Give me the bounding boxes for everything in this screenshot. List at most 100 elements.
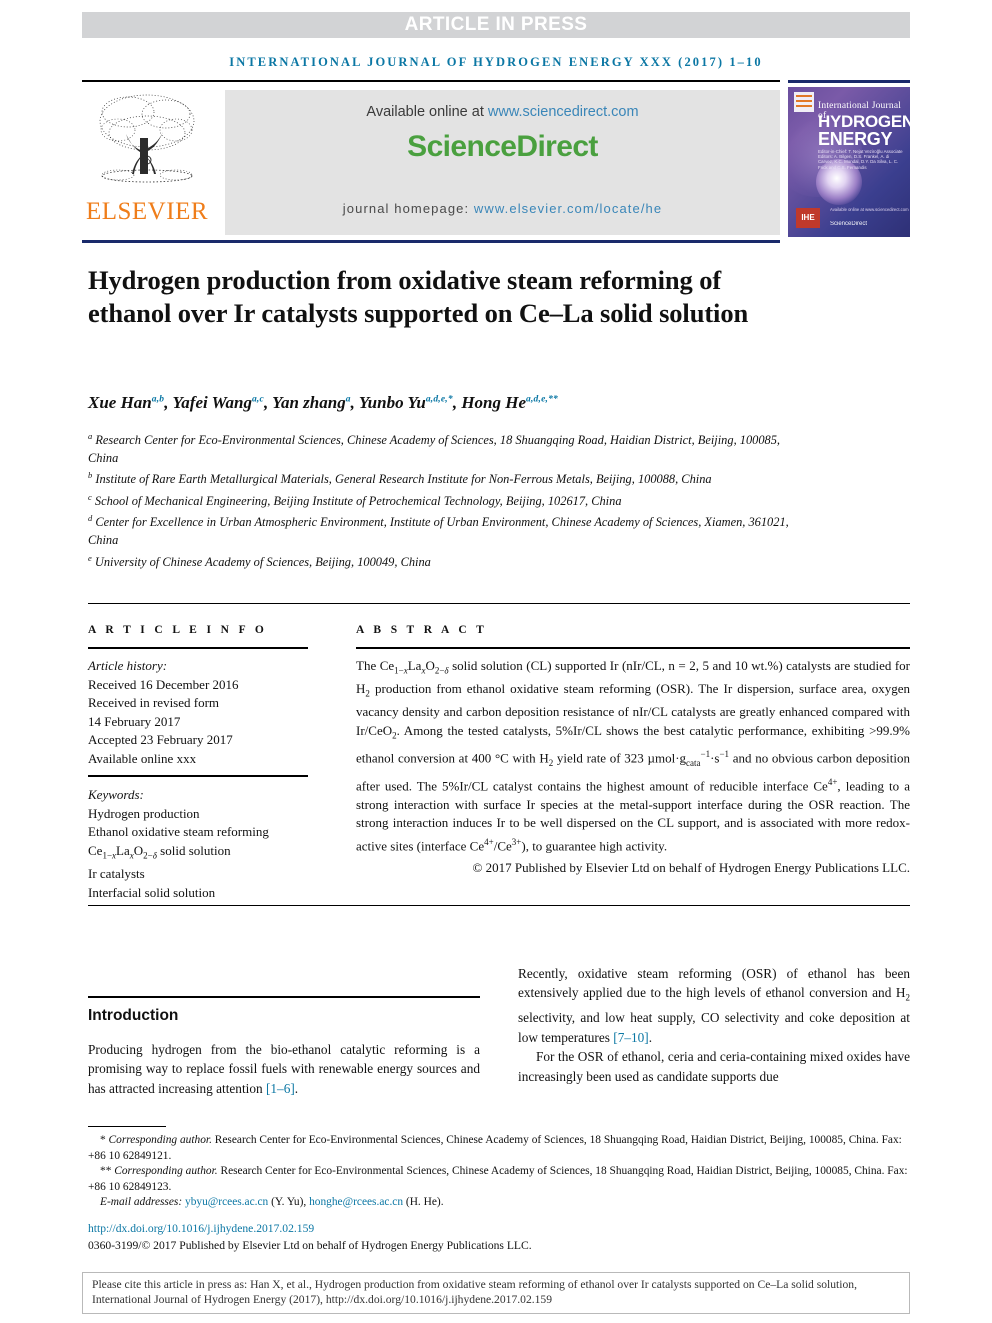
author-name: Xue Han (88, 393, 152, 412)
author-affil-marks: a,b (151, 394, 165, 405)
elsevier-tree-icon (99, 94, 195, 183)
affiliation-item: d Center for Excellence in Urban Atmosph… (88, 510, 798, 549)
affiliation-item: b Institute of Rare Earth Metallurgical … (88, 467, 798, 489)
journal-homepage-label: journal homepage: (342, 201, 470, 216)
article-page: ARTICLE IN PRESS INTERNATIONAL JOURNAL O… (0, 0, 992, 1323)
affiliation-item: e University of Chinese Academy of Scien… (88, 550, 798, 572)
author-affil-marks: a,d,e,** (526, 394, 558, 405)
footnote-label: Corresponding author. (108, 1134, 212, 1146)
intro-paragraph-2: For the OSR of ethanol, ceria and ceria-… (518, 1049, 910, 1084)
footnote-emails: E-mail addresses: ybyu@rcees.ac.cn (Y. Y… (88, 1195, 910, 1211)
intro-paragraph: Recently, oxidative steam reforming (OSR… (518, 966, 910, 1045)
journal-homepage-line: journal homepage: www.elsevier.com/locat… (225, 201, 780, 216)
keywords-label: Keywords: (88, 787, 144, 802)
author-list: Xue Hana,b, Yafei Wanga,c, Yan zhanga, Y… (88, 393, 558, 412)
keywords-block: Keywords: Hydrogen production Ethanol ox… (88, 786, 328, 902)
journal-cover-image: International Journal of HYDROGEN ENERGY… (788, 87, 910, 237)
footnote-corresponding-2: ** Corresponding author. Research Center… (88, 1165, 908, 1193)
elsevier-wordmark: ELSEVIER (85, 198, 209, 225)
history-item: Available online xxx (88, 750, 197, 766)
affiliation-mark: d (88, 513, 93, 524)
citation-link-7-10[interactable]: [7–10] (613, 1030, 648, 1045)
introduction-left-column: Producing hydrogen from the bio-ethanol … (88, 1040, 480, 1098)
footnote-divider-rule (88, 1126, 166, 1127)
keyword-item: Interfacial solid solution (88, 884, 216, 900)
affiliation-mark: b (88, 470, 93, 481)
cite-this-article-box: Please cite this article in press as: Ha… (82, 1272, 910, 1314)
keyword-item: Ir catalysts (88, 865, 145, 881)
author-affil-marks: a,c (251, 394, 264, 405)
affiliation-text: School of Mechanical Engineering, Beijin… (94, 493, 622, 508)
doi-line: http://dx.doi.org/10.1016/j.ijhydene.201… (88, 1222, 314, 1235)
email-label: E-mail addresses: (100, 1196, 183, 1209)
history-item: Accepted 23 February 2017 (88, 732, 233, 748)
cover-available-line: Available online at www.sciencedirect.co… (830, 207, 909, 212)
author-name: Yafei Wang (172, 393, 252, 412)
affiliation-text: Institute of Rare Earth Metallurgical Ma… (95, 472, 712, 487)
citation-link-1-6[interactable]: [1–6] (266, 1081, 295, 1096)
affiliation-mark: c (88, 491, 92, 502)
formula-prefix: Ce (88, 842, 103, 858)
abstract-underline (356, 647, 910, 649)
sciencedirect-logo: ScienceDirect (407, 130, 598, 163)
introduction-top-rule (88, 996, 480, 998)
footnote-label: Corresponding author. (114, 1165, 218, 1178)
article-info-heading: A R T I C L E I N F O (88, 624, 268, 636)
abstract-bottom-rule (88, 905, 910, 906)
article-in-press-banner: ARTICLE IN PRESS (82, 12, 910, 38)
email-link-yu[interactable]: ybyu@rcees.ac.cn (185, 1196, 268, 1208)
email-link-he[interactable]: honghe@rcees.ac.cn (309, 1196, 403, 1208)
article-in-press-label: ARTICLE IN PRESS (404, 14, 588, 35)
keyword-item-formula: Ce1−xLaxO2−δ solid solution (88, 842, 231, 861)
email-owner-2: (H. He). (403, 1196, 444, 1209)
journal-running-head: INTERNATIONAL JOURNAL OF HYDROGEN ENERGY… (229, 55, 763, 69)
introduction-heading: Introduction (88, 1007, 179, 1024)
issn-copyright-line: 0360-3199/© 2017 Published by Elsevier L… (88, 1239, 532, 1252)
affiliation-text: Research Center for Eco-Environmental Sc… (88, 433, 781, 465)
masthead: ELSEVIER Available online at www.science… (82, 82, 910, 240)
journal-homepage-link[interactable]: www.elsevier.com/locate/he (474, 201, 662, 216)
info-section-top-rule (88, 603, 910, 604)
sciencedirect-url-link[interactable]: www.sciencedirect.com (488, 104, 639, 120)
article-history-label: Article history: (88, 658, 168, 673)
affiliation-item: a Research Center for Eco-Environmental … (88, 428, 798, 467)
affiliation-mark: a (88, 431, 93, 441)
cover-ihe-badge: IHE (796, 208, 820, 228)
author-affil-marks: a (345, 394, 351, 405)
intro-paragraph: Producing hydrogen from the bio-ethanol … (88, 1042, 480, 1096)
available-online-label: Available online at (366, 104, 484, 120)
affiliation-list: a Research Center for Eco-Environmental … (88, 428, 798, 571)
abstract-copyright: © 2017 Published by Elsevier Ltd on beha… (472, 859, 911, 875)
author-affil-marks: a,d,e,* (425, 394, 453, 405)
history-item: Received in revised form (88, 695, 220, 711)
history-item: Received 16 December 2016 (88, 676, 239, 692)
introduction-right-column: Recently, oxidative steam reforming (OSR… (518, 964, 910, 1086)
masthead-bottom-rule (82, 240, 780, 243)
affiliation-mark: e (88, 552, 92, 563)
abstract-text: The Ce1−xLaxO2−δ solid solution (CL) sup… (356, 657, 910, 877)
article-info-underline (88, 647, 308, 649)
formula-suffix: solid solution (156, 842, 231, 858)
footnote-corresponding-1: * Corresponding author. Research Center … (88, 1134, 902, 1162)
cover-sciencedirect-mark: ScienceDirect (830, 221, 868, 227)
cite-this-article-text: Please cite this article in press as: Ha… (92, 1278, 857, 1307)
abstract-heading: A B S T R A C T (356, 624, 488, 636)
affiliation-text: University of Chinese Academy of Science… (94, 554, 431, 569)
author-name: Hong He (461, 393, 527, 412)
page-title: Hydrogen production from oxidative steam… (88, 265, 749, 328)
doi-link[interactable]: http://dx.doi.org/10.1016/j.ijhydene.201… (88, 1222, 314, 1235)
keyword-item: Hydrogen production (88, 805, 200, 821)
elsevier-logo: ELSEVIER (82, 88, 212, 236)
article-history-block: Article history: Received 16 December 20… (88, 657, 318, 769)
keyword-item: Ethanol oxidative steam reforming (88, 824, 269, 840)
available-online-line: Available online at www.sciencedirect.co… (225, 104, 780, 120)
keywords-divider-rule (88, 775, 308, 777)
sciencedirect-banner: Available online at www.sciencedirect.co… (225, 90, 780, 235)
affiliation-item: c School of Mechanical Engineering, Beij… (88, 489, 798, 511)
history-item: 14 February 2017 (88, 713, 181, 729)
author-name: Yan zhang (272, 393, 346, 412)
cover-title-line3: ENERGY (818, 129, 893, 149)
email-owner-1: (Y. Yu), (268, 1196, 310, 1209)
cover-elsevier-badge-icon (794, 92, 814, 112)
footnotes-block: * Corresponding author. Research Center … (88, 1133, 910, 1211)
